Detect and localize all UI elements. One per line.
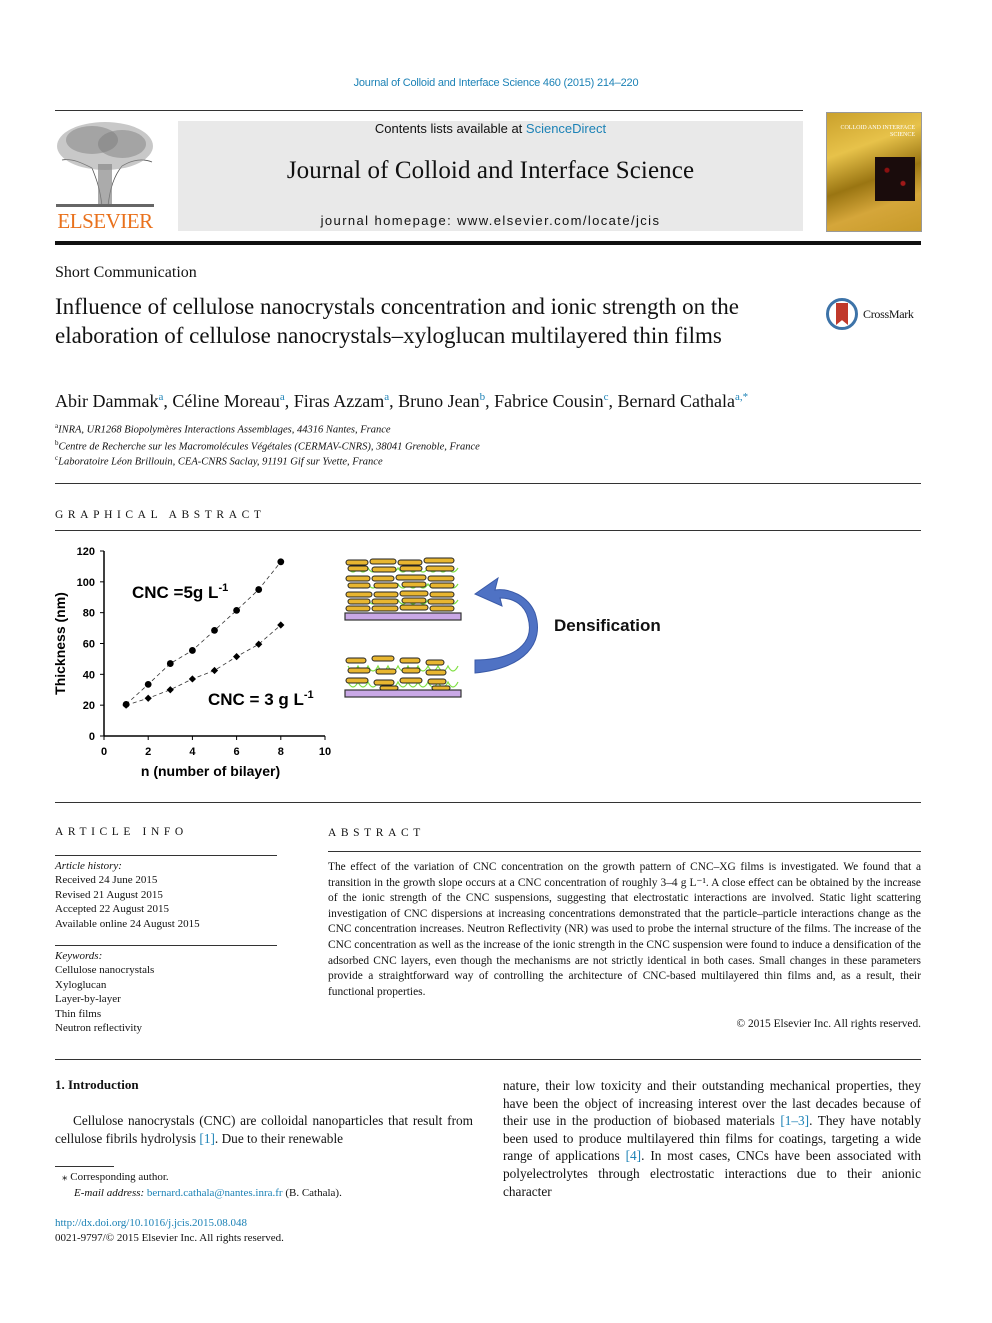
y-tick-label: 40 — [83, 669, 95, 681]
chart-svg: 0 20 40 60 80 100 120 0 2 4 6 8 10 n (number of bilay… — [52, 546, 331, 779]
author[interactable]: Céline Moreaua — [172, 391, 284, 411]
intro-left-column: Cellulose nanocrystals (CNC) are colloid… — [55, 1113, 473, 1146]
thickness-chart: 0 20 40 60 80 100 120 0 2 4 6 8 10 n (number of bilay… — [48, 540, 338, 785]
loose-film-icon — [344, 655, 462, 698]
citation-link[interactable]: [4] — [626, 1148, 642, 1163]
cover-micrograph — [875, 157, 915, 201]
journal-title: Journal of Colloid and Interface Science — [286, 157, 695, 184]
data-point — [233, 653, 241, 661]
journal-cover-image[interactable]: COLLOID AND INTERFACE SCIENCE — [826, 112, 922, 232]
introduction-heading: 1. Introduction — [55, 1077, 139, 1092]
author[interactable]: Abir Dammaka — [55, 391, 163, 411]
corresponding-author-note: ⁎ Corresponding author. — [62, 1171, 169, 1183]
history-item: Received 24 June 2015 — [55, 874, 158, 887]
graphical-abstract-heading: GRAPHICAL ABSTRACT — [55, 509, 266, 521]
data-point — [211, 626, 218, 634]
series-label: CNC = 3 g L-1 — [208, 689, 314, 709]
divider — [55, 802, 921, 803]
abstract-copyright: © 2015 Elsevier Inc. All rights reserved… — [736, 1018, 921, 1030]
article-title: Influence of cellulose nanocrystals conc… — [55, 294, 740, 348]
series-label: CNC =5g L-1 — [132, 582, 228, 602]
data-point — [277, 558, 285, 566]
divider — [55, 1059, 921, 1060]
keyword: Cellulose nanocrystals — [55, 964, 155, 977]
cover-title: COLLOID AND INTERFACE SCIENCE — [840, 125, 915, 138]
affiliation: bCentre de Recherche sur les Macromolécu… — [55, 439, 480, 453]
doi-link[interactable]: http://dx.doi.org/10.1016/j.jcis.2015.08… — [55, 1216, 247, 1231]
elsevier-wordmark: ELSEVIER — [57, 209, 153, 233]
y-tick-label: 0 — [89, 731, 95, 743]
author-list: Abir Dammaka, Céline Moreaua, Firas Azza… — [55, 391, 749, 411]
article-history: Article history: Received 24 June 2015 R… — [55, 859, 277, 931]
history-item: Revised 21 August 2015 — [55, 888, 163, 901]
data-point — [144, 694, 152, 702]
issn-line: 0021-9797/© 2015 Elsevier Inc. All right… — [55, 1232, 284, 1244]
author[interactable]: Bernard Cathalaa,* — [617, 391, 748, 411]
affiliation: aINRA, UR1268 Biopolymères Interactions … — [55, 422, 391, 436]
divider — [55, 483, 921, 484]
divider — [55, 855, 277, 856]
divider — [55, 945, 277, 946]
data-point — [189, 647, 196, 654]
keyword: Layer-by-layer — [55, 993, 121, 1006]
header-rule — [55, 110, 803, 111]
x-tick-label: 0 — [101, 746, 107, 758]
x-tick-label: 6 — [234, 746, 240, 758]
journal-masthead: Contents lists available at ScienceDirec… — [178, 121, 803, 231]
y-tick-label: 60 — [83, 639, 95, 651]
divider — [55, 530, 921, 531]
article-info-heading: ARTICLE INFO — [55, 826, 188, 838]
citation-link[interactable]: [1–3] — [780, 1113, 809, 1128]
y-axis-label: Thickness (nm) — [52, 592, 68, 695]
author[interactable]: Bruno Jeanb — [398, 391, 485, 411]
x-tick-label: 4 — [189, 746, 196, 758]
data-point — [210, 666, 219, 675]
email-link[interactable]: bernard.cathala@nantes.inra.fr — [147, 1187, 283, 1199]
data-point — [188, 675, 196, 683]
affiliation: cLaboratoire Léon Brillouin, CEA-CNRS Sa… — [55, 454, 383, 468]
y-tick-label: 20 — [83, 700, 95, 712]
x-axis-label: n (number of bilayer) — [141, 763, 280, 779]
x-tick-label: 10 — [319, 746, 331, 758]
email-note: E-mail address: bernard.cathala@nantes.i… — [74, 1187, 342, 1199]
elsevier-tree-icon — [56, 122, 154, 207]
x-tick-label: 2 — [145, 746, 151, 758]
history-item: Available online 24 August 2015 — [55, 917, 200, 930]
keywords: Keywords: Cellulose nanocrystals Xyloglu… — [55, 949, 277, 1035]
x-tick-label: 8 — [278, 746, 284, 758]
history-item: Accepted 22 August 2015 — [55, 903, 169, 916]
data-point — [166, 660, 174, 667]
article-type: Short Communication — [55, 264, 197, 281]
contents-line: Contents lists available at ScienceDirec… — [374, 121, 607, 136]
footnote-rule — [55, 1166, 114, 1167]
sciencedirect-link[interactable]: ScienceDirect — [526, 121, 606, 136]
data-point — [277, 621, 285, 629]
abstract-body: The effect of the variation of CNC conce… — [328, 861, 921, 998]
elsevier-logo[interactable]: ELSEVIER — [52, 118, 158, 234]
data-point — [166, 686, 174, 694]
keyword: Xyloglucan — [55, 978, 107, 991]
masthead-rule — [55, 241, 921, 245]
keyword: Neutron reflectivity — [55, 1022, 143, 1035]
author[interactable]: Fabrice Cousinc — [494, 391, 608, 411]
author[interactable]: Firas Azzama — [294, 391, 389, 411]
y-tick-label: 100 — [77, 577, 95, 589]
divider — [328, 851, 921, 852]
abstract-heading: ABSTRACT — [328, 827, 425, 839]
data-point — [255, 586, 263, 593]
intro-right-column: nature, their low toxicity and their out… — [503, 1078, 921, 1199]
data-point — [144, 680, 152, 688]
data-point — [233, 606, 241, 614]
citation-link[interactable]: [1] — [199, 1131, 215, 1146]
journal-reference[interactable]: Journal of Colloid and Interface Science… — [0, 77, 992, 89]
y-tick-label: 120 — [77, 546, 95, 558]
dense-film-icon — [344, 557, 462, 621]
curved-arrow-icon — [473, 576, 538, 674]
keyword: Thin films — [55, 1007, 102, 1020]
y-tick-label: 80 — [83, 608, 95, 620]
journal-homepage[interactable]: journal homepage: www.elsevier.com/locat… — [178, 213, 803, 228]
crossmark-button[interactable]: CrossMark — [826, 297, 926, 337]
densification-label: Densification — [554, 616, 661, 635]
